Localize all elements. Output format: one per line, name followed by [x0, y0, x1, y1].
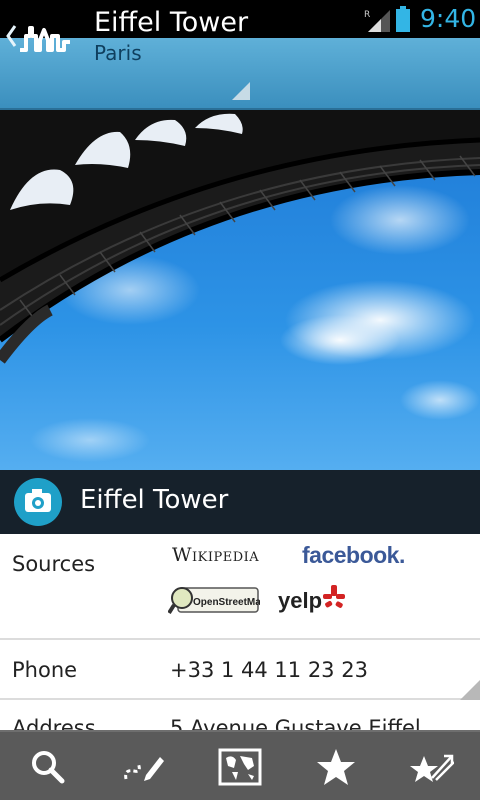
route-pencil-icon	[124, 757, 164, 781]
page-title: Eiffel Tower	[94, 7, 249, 38]
address-label: Address	[12, 716, 96, 730]
bottom-toolbar	[0, 730, 480, 800]
phone-value[interactable]: +33 1 44 11 23 23	[170, 658, 368, 682]
hero-photo[interactable]	[0, 110, 480, 470]
camera-button[interactable]	[14, 478, 62, 526]
eiffel-tower-photo	[0, 110, 480, 470]
svg-text:OpenStreetMap: OpenStreetMap	[193, 597, 260, 608]
wikipedia-logo[interactable]: Wikipedia	[172, 544, 259, 566]
favorites-arrows-icon	[410, 754, 454, 782]
yelp-logo[interactable]: yelp	[278, 588, 322, 614]
openstreetmap-logo[interactable]: OpenStreetMap	[168, 584, 260, 616]
camera-icon	[25, 489, 51, 512]
back-chevron-icon[interactable]	[4, 22, 18, 50]
route-button[interactable]	[96, 732, 192, 800]
skyline-logo-icon[interactable]	[20, 16, 70, 56]
signal-icon: R	[364, 10, 390, 32]
city-selector[interactable]: Paris	[94, 40, 142, 66]
favorites-button[interactable]	[288, 732, 384, 800]
star-icon	[317, 749, 355, 785]
address-value[interactable]: 5 Avenue Gustave Eiffel	[170, 716, 421, 730]
address-row[interactable]: Address 5 Avenue Gustave Eiffel	[0, 700, 480, 730]
sources-row: Sources Wikipedia facebook. OpenStreetMa…	[0, 534, 480, 640]
search-button[interactable]	[0, 732, 96, 800]
search-icon	[32, 751, 65, 784]
row-action-indicator-icon	[460, 680, 480, 700]
clock: 9:40	[420, 4, 477, 33]
yelp-burst-icon	[323, 585, 345, 608]
roaming-indicator: R	[364, 10, 370, 20]
place-header	[0, 470, 480, 534]
facebook-logo[interactable]: facebook.	[302, 542, 405, 569]
details-panel: Sources Wikipedia facebook. OpenStreetMa…	[0, 534, 480, 730]
world-map-icon	[218, 748, 262, 786]
place-name: Eiffel Tower	[80, 485, 229, 515]
sources-label: Sources	[12, 552, 96, 576]
phone-label: Phone	[12, 658, 78, 682]
battery-icon	[396, 6, 410, 32]
saved-places-button[interactable]	[384, 732, 480, 800]
phone-row[interactable]: Phone +33 1 44 11 23 23	[0, 640, 480, 700]
map-button[interactable]	[192, 732, 288, 800]
dropdown-indicator-icon	[232, 82, 250, 100]
